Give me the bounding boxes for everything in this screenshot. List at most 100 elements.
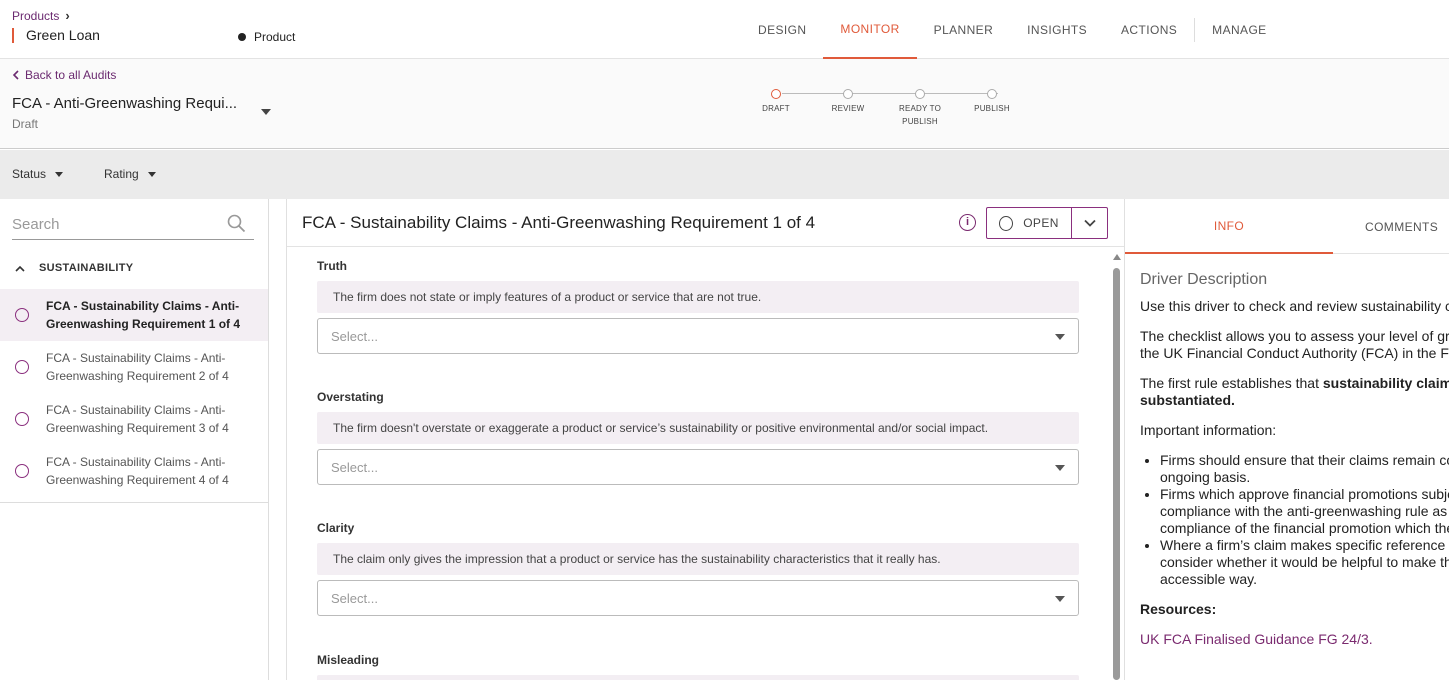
step-circle-icon	[771, 89, 781, 99]
question-title: Misleading	[317, 653, 380, 667]
nav-actions[interactable]: ACTIONS	[1104, 0, 1194, 59]
question-overstating: Overstating The firm doesn't overstate o…	[317, 390, 1079, 485]
bold-text: substantiated.	[1140, 392, 1235, 408]
question-description: The claim only gives the impression that…	[317, 543, 1079, 575]
text-line: The checklist allows you to assess your …	[1140, 328, 1449, 344]
text-line: The first rule establishes that	[1140, 375, 1323, 391]
nav-monitor[interactable]: MONITOR	[823, 0, 917, 59]
audit-status: Draft	[12, 117, 39, 131]
question-clarity: Clarity The claim only gives the impress…	[317, 521, 1079, 616]
status-circle-icon	[15, 412, 29, 426]
panel-tabs: INFO COMMENTS	[1125, 199, 1449, 254]
scrollbar[interactable]	[1111, 254, 1121, 680]
open-status-label: OPEN	[1023, 216, 1059, 230]
description-paragraph: The first rule establishes that sustaina…	[1140, 375, 1449, 409]
step-draft: DRAFT	[744, 87, 808, 115]
caret-down-icon	[55, 171, 64, 177]
nav-manage[interactable]: MANAGE	[1195, 0, 1283, 59]
filter-bar: Status Rating	[0, 150, 1449, 199]
text-line: ongoing basis.	[1160, 469, 1251, 485]
chevron-up-icon	[15, 265, 25, 272]
nav-insights[interactable]: INSIGHTS	[1010, 0, 1104, 59]
breadcrumb[interactable]: Products ›	[12, 8, 70, 23]
caret-down-icon	[147, 171, 156, 177]
list-item: Firms which approve financial promotions…	[1160, 486, 1449, 537]
requirement-detail: FCA - Sustainability Claims - Anti-Green…	[286, 199, 1124, 680]
info-panel: INFO COMMENTS Driver Description Use thi…	[1124, 199, 1449, 680]
status-menu-button[interactable]	[1072, 208, 1107, 238]
chevron-left-icon	[12, 70, 19, 80]
breadcrumb-products-link[interactable]: Products	[12, 9, 59, 23]
sidebar-divider	[0, 502, 268, 503]
step-label: PUBLISH	[974, 104, 1010, 113]
text-line: Firms which approve financial promotions…	[1160, 486, 1449, 502]
back-to-audits-link[interactable]: Back to all Audits	[12, 68, 116, 82]
list-item[interactable]: FCA - Sustainability Claims - Anti-Green…	[0, 393, 268, 445]
audit-header: Back to all Audits FCA - Anti-Greenwashi…	[0, 59, 1449, 149]
important-heading: Important information:	[1140, 422, 1277, 438]
text-line: compliance with the anti-greenwashing ru…	[1160, 503, 1449, 519]
driver-description: Driver Description Use this driver to ch…	[1140, 271, 1449, 661]
caret-down-icon	[1055, 334, 1065, 340]
question-description: The firm doesn't overstate or exaggerate…	[317, 412, 1079, 444]
caret-down-icon	[1055, 596, 1065, 602]
top-bar: Products › Green Loan Product DESIGN MON…	[0, 0, 1449, 59]
question-title: Truth	[317, 259, 347, 273]
caret-down-icon	[1055, 465, 1065, 471]
list-item-label: FCA - Sustainability Claims - Anti-Green…	[46, 455, 229, 487]
step-circle-icon	[987, 89, 997, 99]
group-header-sustainability[interactable]: SUSTAINABILITY	[0, 257, 268, 279]
step-circle-icon	[915, 89, 925, 99]
rating-select[interactable]: Select...	[317, 449, 1079, 485]
status-filter[interactable]: Status	[12, 167, 64, 181]
requirements-sidebar: SUSTAINABILITY FCA - Sustainability Clai…	[0, 199, 269, 680]
list-item[interactable]: FCA - Sustainability Claims - Anti-Green…	[0, 445, 268, 497]
text-line: compliance of the financial promotion wh…	[1160, 520, 1449, 536]
tab-info[interactable]: INFO	[1125, 199, 1333, 254]
chevron-right-icon: ›	[65, 8, 70, 23]
text-line: Where a firm’s claim makes specific refe…	[1160, 537, 1449, 553]
list-item: Firms should ensure that their claims re…	[1160, 452, 1449, 486]
rating-filter-label: Rating	[104, 167, 139, 181]
info-icon[interactable]: i	[959, 214, 976, 231]
nav-planner[interactable]: PLANNER	[917, 0, 1010, 59]
nav-design[interactable]: DESIGN	[741, 0, 823, 59]
resource-link[interactable]: UK FCA Finalised Guidance FG 24/3.	[1140, 631, 1449, 648]
status-filter-label: Status	[12, 167, 47, 181]
requirement-list: FCA - Sustainability Claims - Anti-Green…	[0, 289, 268, 497]
scrollbar-thumb[interactable]	[1113, 268, 1120, 680]
info-bullet-list: Firms should ensure that their claims re…	[1160, 452, 1449, 588]
status-circle-icon	[15, 360, 29, 374]
list-item-label: FCA - Sustainability Claims - Anti-Green…	[46, 351, 229, 383]
search-icon[interactable]	[227, 214, 246, 233]
step-publish: PUBLISH	[960, 87, 1024, 115]
resources-heading: Resources:	[1140, 601, 1217, 617]
list-item-label: FCA - Sustainability Claims - Anti-Green…	[46, 299, 241, 331]
rating-select[interactable]: Select...	[317, 580, 1079, 616]
audit-dropdown-icon[interactable]	[261, 109, 271, 115]
question-description: The firm does not state or imply feature…	[317, 281, 1079, 313]
requirement-title: FCA - Sustainability Claims - Anti-Green…	[302, 213, 816, 232]
list-item[interactable]: FCA - Sustainability Claims - Anti-Green…	[0, 289, 268, 341]
description-paragraph: Use this driver to check and review sust…	[1140, 298, 1449, 314]
step-label: REVIEW	[831, 104, 865, 113]
step-ready-to-publish: READY TO PUBLISH	[888, 87, 952, 128]
open-status-button[interactable]: OPEN	[987, 208, 1072, 238]
step-circle-icon	[843, 89, 853, 99]
product-type: Product	[238, 30, 295, 44]
product-name: Green Loan	[12, 28, 100, 43]
rating-select[interactable]: Select...	[317, 318, 1079, 354]
list-item[interactable]: FCA - Sustainability Claims - Anti-Green…	[0, 341, 268, 393]
product-type-label: Product	[254, 30, 296, 44]
rating-filter[interactable]: Rating	[104, 167, 156, 181]
tab-comments[interactable]: COMMENTS	[1365, 199, 1449, 254]
question-truth: Truth The firm does not state or imply f…	[317, 259, 1079, 354]
list-item-label: FCA - Sustainability Claims - Anti-Green…	[46, 403, 229, 435]
text-line: the UK Financial Conduct Authority (FCA)…	[1140, 345, 1449, 361]
search-input[interactable]	[12, 211, 212, 237]
description-paragraph: The checklist allows you to assess your …	[1140, 328, 1449, 362]
scroll-up-arrow-icon[interactable]	[1113, 254, 1121, 260]
main-nav: DESIGN MONITOR PLANNER INSIGHTS ACTIONS …	[741, 0, 1284, 59]
step-label: DRAFT	[762, 104, 790, 113]
status-circle-icon	[15, 308, 29, 322]
